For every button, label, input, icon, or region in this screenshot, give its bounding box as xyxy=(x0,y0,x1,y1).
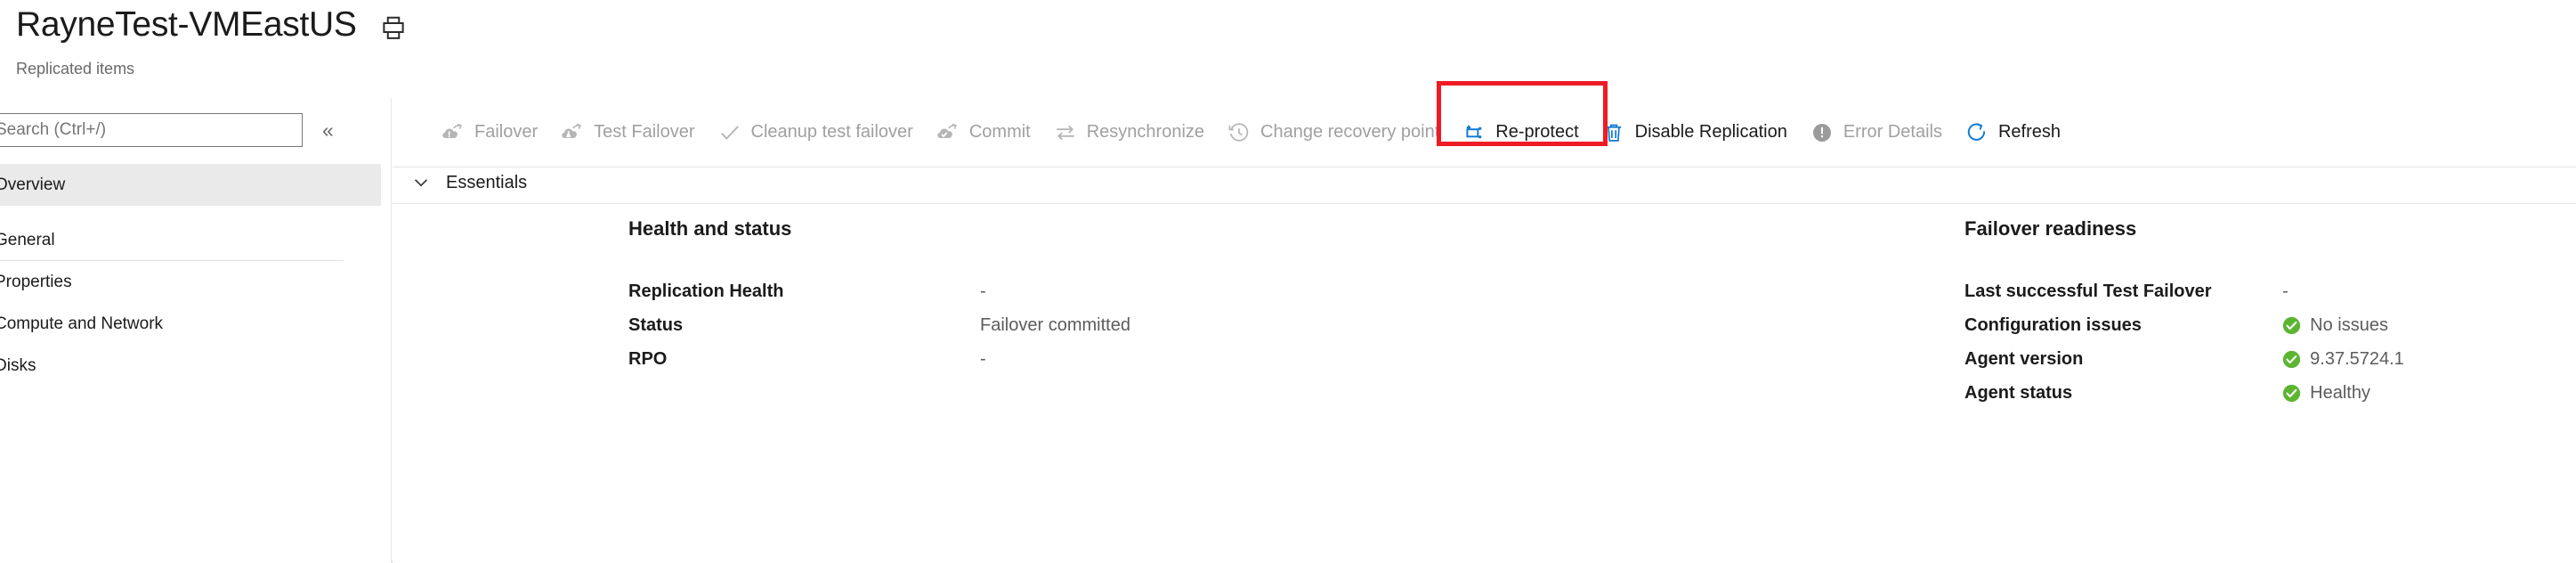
command-label: Change recovery point xyxy=(1260,122,1440,142)
table-row: Last successful Test Failover - xyxy=(1573,274,2576,308)
blade-header: RayneTest-VMEastUS Replicated items xyxy=(0,0,2576,98)
print-icon[interactable] xyxy=(380,14,407,41)
failover-icon xyxy=(441,121,465,144)
sidebar-item-label: Properties xyxy=(0,272,72,291)
re-protect-wrapper: Re-protect xyxy=(1437,80,1608,156)
re-protect-button[interactable]: Re-protect xyxy=(1451,110,1590,156)
sidebar-item-overview[interactable]: Overview xyxy=(0,164,381,206)
panel-title: Health and status xyxy=(628,217,792,240)
sidebar: « Overview General Properties Compute an… xyxy=(0,98,392,563)
status-badge: 9.37.5724.1 xyxy=(2310,348,2404,369)
table-row: Configuration issues No issues xyxy=(1573,308,2576,342)
essentials-label: Essentials xyxy=(446,172,528,192)
status-badge: No issues xyxy=(2310,314,2388,335)
resynchronize-button: Resynchronize xyxy=(1042,110,1216,156)
page-title: RayneTest-VMEastUS xyxy=(16,5,357,44)
row-label: Configuration issues xyxy=(1964,314,2142,335)
sidebar-section-general: General xyxy=(0,220,344,261)
status-success-icon xyxy=(2282,316,2301,335)
row-value-cell: Healthy xyxy=(2282,376,2576,410)
test-failover-button: Test Failover xyxy=(549,110,706,156)
breadcrumb: Replicated items xyxy=(16,60,135,78)
health-and-status-table: Replication Health - Status Failover com… xyxy=(393,274,1567,376)
title-row: RayneTest-VMEastUS xyxy=(16,4,407,46)
resynchronize-icon xyxy=(1054,121,1077,144)
command-label: Refresh xyxy=(1997,122,2062,142)
row-value: - xyxy=(980,281,986,301)
sidebar-section-label: General xyxy=(0,230,55,249)
re-protect-icon xyxy=(1462,121,1486,144)
clock-history-icon xyxy=(1227,121,1251,144)
overview-content: Essentials Health and status Replication… xyxy=(393,167,2576,563)
failover-readiness-table: Last successful Test Failover - Configur… xyxy=(1573,274,2576,410)
table-row: RPO - xyxy=(393,342,1567,376)
checkmark-icon xyxy=(718,121,741,144)
status-success-icon xyxy=(2282,350,2301,369)
failover-button: Failover xyxy=(430,110,549,156)
sidebar-item-label: Disks xyxy=(0,355,36,375)
status-success-icon xyxy=(2282,384,2301,403)
commit-icon xyxy=(936,121,960,144)
error-details-button: Error Details xyxy=(1799,110,1954,156)
sidebar-item-label: Overview xyxy=(0,175,66,194)
table-row: Status Failover committed xyxy=(393,308,1567,342)
command-label: Resynchronize xyxy=(1086,122,1205,142)
command-label: Cleanup test failover xyxy=(750,122,913,142)
sidebar-item-label: Compute and Network xyxy=(0,314,164,333)
row-label: Status xyxy=(628,314,684,335)
disable-replication-button[interactable]: Disable Replication xyxy=(1591,110,1799,156)
cleanup-test-failover-button: Cleanup test failover xyxy=(707,110,925,156)
command-label: Failover xyxy=(474,122,539,142)
row-label: Replication Health xyxy=(628,281,784,301)
table-row: Agent version 9.37.5724.1 xyxy=(1573,342,2576,376)
command-label: Re-protect xyxy=(1495,122,1579,142)
row-value-cell: No issues xyxy=(2282,308,2576,342)
health-and-status-panel: Health and status Replication Health - S… xyxy=(393,217,1567,376)
table-row: Replication Health - xyxy=(393,274,1567,308)
failover-readiness-panel: Failover readiness Last successful Test … xyxy=(1573,217,2576,410)
row-label: Agent version xyxy=(1964,348,2084,369)
row-label: Last successful Test Failover xyxy=(1964,281,2212,301)
sidebar-item-disks[interactable]: Disks xyxy=(0,345,391,387)
essentials-divider xyxy=(393,203,2576,204)
trash-icon xyxy=(1602,121,1625,144)
row-value: Failover committed xyxy=(980,314,1130,335)
row-value: - xyxy=(980,348,986,369)
replicated-item-blade: RayneTest-VMEastUS Replicated items « Ov… xyxy=(0,0,2576,563)
table-row: Agent status Healthy xyxy=(1573,376,2576,410)
refresh-icon xyxy=(1965,121,1989,144)
panel-title: Failover readiness xyxy=(1964,217,2137,240)
command-label: Test Failover xyxy=(594,122,695,142)
sidebar-item-properties[interactable]: Properties xyxy=(0,261,391,303)
search-input[interactable] xyxy=(0,113,303,147)
command-bar: Failover Test Failover Cleanup test fail… xyxy=(393,80,2576,167)
command-label: Error Details xyxy=(1843,122,1942,142)
change-recovery-point-button: Change recovery point xyxy=(1216,110,1451,156)
chevron-down-icon xyxy=(411,173,431,192)
row-value-cell: 9.37.5724.1 xyxy=(2282,342,2576,376)
sidebar-item-compute-and-network[interactable]: Compute and Network xyxy=(0,303,391,345)
error-circle-icon xyxy=(1810,121,1834,144)
sidebar-nav: Overview General Properties Compute and … xyxy=(0,164,391,387)
sidebar-search-row: « xyxy=(0,111,377,149)
command-label: Disable Replication xyxy=(1634,122,1787,142)
refresh-button[interactable]: Refresh xyxy=(1954,110,2072,156)
essentials-toggle[interactable]: Essentials xyxy=(403,167,2576,198)
row-value: - xyxy=(2282,281,2288,301)
command-label: Commit xyxy=(968,122,1031,142)
row-label: RPO xyxy=(628,348,668,369)
collapse-sidebar-icon[interactable]: « xyxy=(322,119,334,141)
commit-button: Commit xyxy=(925,110,1042,156)
row-label: Agent status xyxy=(1964,382,2073,403)
test-failover-icon xyxy=(561,121,584,144)
status-badge: Healthy xyxy=(2310,382,2370,403)
